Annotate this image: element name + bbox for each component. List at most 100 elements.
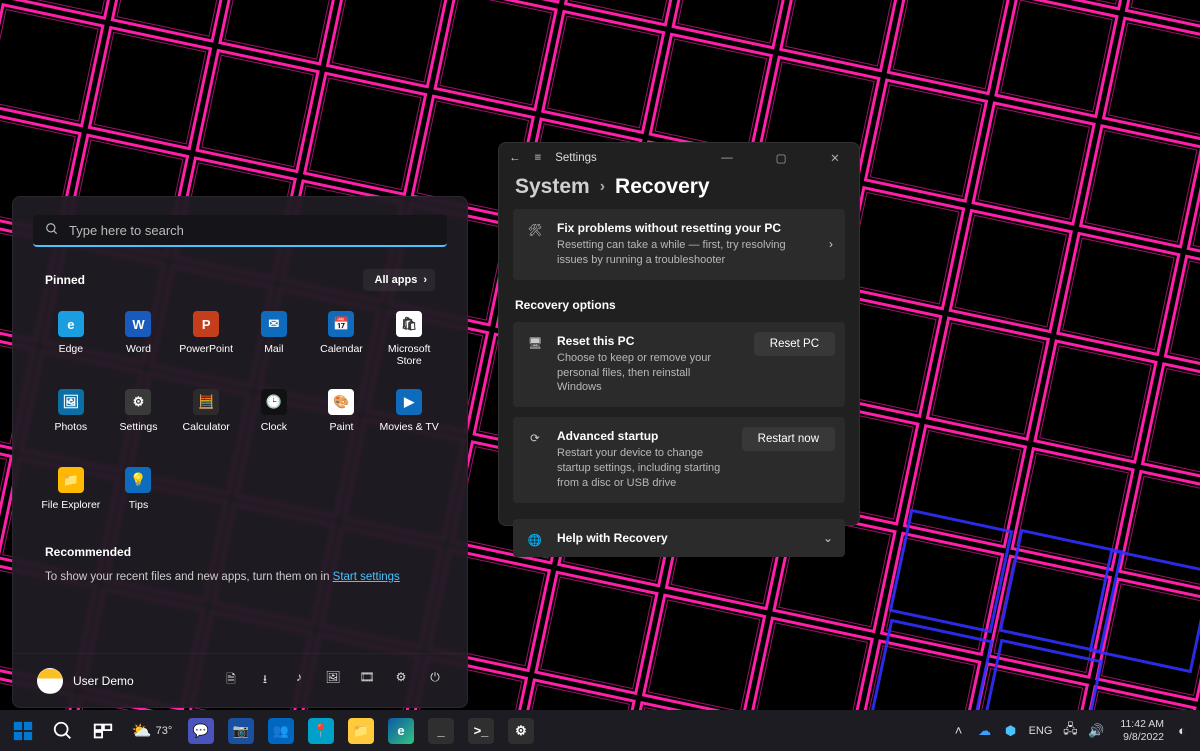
start-button[interactable]	[4, 713, 42, 749]
search-placeholder: Type here to search	[69, 223, 184, 238]
settings-titlebar[interactable]: ← ≡ Settings — ▢ ✕	[499, 143, 859, 173]
pinned-app-microsoft-store[interactable]: 🛍 Microsoft Store	[375, 303, 443, 371]
taskbar-app-settings[interactable]: ⚙	[502, 713, 540, 749]
taskbar-app-maps[interactable]: 📍	[302, 713, 340, 749]
widgets-button[interactable]: ⛅ 73°	[124, 713, 180, 749]
security-icon[interactable]: ⬢	[1003, 723, 1019, 739]
videos-icon[interactable]: 🎞	[359, 670, 375, 691]
minimize-button[interactable]: —	[707, 143, 747, 173]
music-icon[interactable]: ♪	[291, 670, 307, 691]
pinned-app-edge[interactable]: e Edge	[37, 303, 105, 371]
search-icon	[45, 222, 59, 239]
app-icon: e	[56, 309, 86, 339]
start-settings-link[interactable]: Start settings	[333, 571, 400, 583]
onedrive-icon[interactable]: ☁	[977, 723, 993, 739]
pinned-app-settings[interactable]: ⚙Settings	[105, 381, 173, 449]
power-icon[interactable]: ⏻	[427, 670, 443, 691]
breadcrumb-current: Recovery	[615, 175, 710, 199]
pinned-app-paint[interactable]: 🎨Paint	[308, 381, 376, 449]
start-search[interactable]: Type here to search	[33, 215, 447, 247]
app-label: Tips	[129, 499, 148, 511]
volume-icon[interactable]: 🔊	[1088, 723, 1104, 739]
app-icon: ▶	[394, 387, 424, 417]
globe-icon: 🌐	[525, 533, 545, 547]
language-indicator[interactable]: ENG	[1029, 725, 1053, 737]
start-menu: Type here to search Pinned All apps › eE…	[12, 196, 468, 708]
user-name[interactable]: User Demo	[73, 674, 134, 688]
app-label: Settings	[120, 421, 158, 433]
help-with-recovery-card[interactable]: 🌐 Help with Recovery ⌄	[513, 519, 845, 557]
pinned-app-calendar[interactable]: 📅 Calendar	[308, 303, 376, 371]
app-label: Calendar	[320, 343, 363, 355]
pinned-app-calculator[interactable]: 🧮 Calculator	[172, 381, 240, 449]
document-icon[interactable]: 🗎	[223, 670, 239, 691]
app-icon: 🧮	[191, 387, 221, 417]
power-refresh-icon: ⟳	[525, 431, 545, 445]
pictures-icon[interactable]: 🖼	[325, 670, 341, 691]
taskbar-app-dev[interactable]: _	[422, 713, 460, 749]
chevron-right-icon: ›	[829, 237, 833, 251]
reset-icon: 🖥	[525, 336, 545, 350]
app-icon: 🖼	[56, 387, 86, 417]
taskbar-app-explorer[interactable]: 📁	[342, 713, 380, 749]
pinned-app-file-explorer[interactable]: 📁 File Explorer	[37, 459, 105, 527]
tray-overflow-icon[interactable]: ˄	[951, 723, 967, 738]
pinned-app-mail[interactable]: ✉Mail	[240, 303, 308, 371]
notifications-icon[interactable]: ◐	[1174, 723, 1190, 738]
taskbar-app-chat[interactable]: 💬	[182, 713, 220, 749]
reset-pc-card: 🖥 Reset this PC Choose to keep or remove…	[513, 322, 845, 408]
restart-now-button[interactable]: Restart now	[742, 427, 835, 451]
app-label: Word	[126, 343, 151, 355]
all-apps-label: All apps	[375, 274, 418, 286]
settings-icon[interactable]: ⚙	[393, 670, 409, 691]
download-icon[interactable]: ⭳	[257, 670, 273, 691]
recommended-text: To show your recent files and new apps, …	[45, 571, 435, 583]
app-icon: W	[123, 309, 153, 339]
fix-problems-title: Fix problems without resetting your PC	[557, 221, 807, 235]
pinned-app-clock[interactable]: 🕒Clock	[240, 381, 308, 449]
back-icon[interactable]: ←	[509, 152, 521, 164]
fix-problems-desc: Resetting can take a while — first, try …	[557, 238, 807, 268]
app-label: Movies & TV	[379, 421, 438, 433]
help-with-recovery-title: Help with Recovery	[557, 531, 807, 545]
system-tray: ˄ ☁ ⬢ ENG 🖧 🔊 11:42 AM 9/8/2022 ◐	[951, 718, 1192, 742]
taskbar-app-people[interactable]: 👥	[262, 713, 300, 749]
all-apps-button[interactable]: All apps ›	[363, 269, 435, 291]
app-icon: 📅	[326, 309, 356, 339]
chevron-right-icon: ›	[423, 274, 427, 286]
menu-icon[interactable]: ≡	[535, 152, 542, 164]
pinned-app-movies-tv[interactable]: ▶ Movies & TV	[375, 381, 443, 449]
task-view-button[interactable]	[84, 713, 122, 749]
reset-pc-button[interactable]: Reset PC	[754, 332, 835, 356]
wrench-icon: 🛠	[525, 223, 545, 237]
advanced-startup-card: ⟳ Advanced startup Restart your device t…	[513, 417, 845, 503]
pinned-app-tips[interactable]: 💡Tips	[105, 459, 173, 527]
chevron-right-icon: ›	[600, 178, 605, 196]
chevron-down-icon: ⌄	[823, 531, 833, 545]
user-avatar[interactable]	[37, 668, 63, 694]
taskbar-app-edge[interactable]: e	[382, 713, 420, 749]
app-icon: 🕒	[259, 387, 289, 417]
network-icon[interactable]: 🖧	[1062, 720, 1078, 742]
pinned-app-powerpoint[interactable]: PPowerPoint	[172, 303, 240, 371]
pinned-app-word[interactable]: W Word	[105, 303, 173, 371]
taskbar-app-teams[interactable]: 📷	[222, 713, 260, 749]
app-icon: 🛍	[394, 309, 424, 339]
pinned-app-photos[interactable]: 🖼Photos	[37, 381, 105, 449]
taskbar-app-terminal[interactable]: >_	[462, 713, 500, 749]
breadcrumb-parent[interactable]: System	[515, 175, 590, 199]
maximize-button[interactable]: ▢	[761, 143, 801, 173]
clock-time: 11:42 AM	[1120, 718, 1164, 730]
breadcrumb: System › Recovery	[499, 173, 859, 209]
app-label: Edge	[59, 343, 84, 355]
app-label: File Explorer	[41, 499, 100, 511]
app-label: Calculator	[183, 421, 230, 433]
taskbar-search-button[interactable]	[44, 713, 82, 749]
clock-date: 9/8/2022	[1120, 731, 1164, 743]
app-icon: 📁	[56, 465, 86, 495]
pinned-apps-grid: e Edge W Word PPowerPoint✉Mail 📅 Calendar 🛍 Micr…	[37, 303, 443, 527]
taskbar-clock[interactable]: 11:42 AM 9/8/2022	[1120, 718, 1164, 742]
fix-problems-card[interactable]: 🛠 Fix problems without resetting your PC…	[513, 209, 845, 280]
close-button[interactable]: ✕	[815, 143, 855, 173]
app-label: Microsoft Store	[375, 343, 443, 367]
